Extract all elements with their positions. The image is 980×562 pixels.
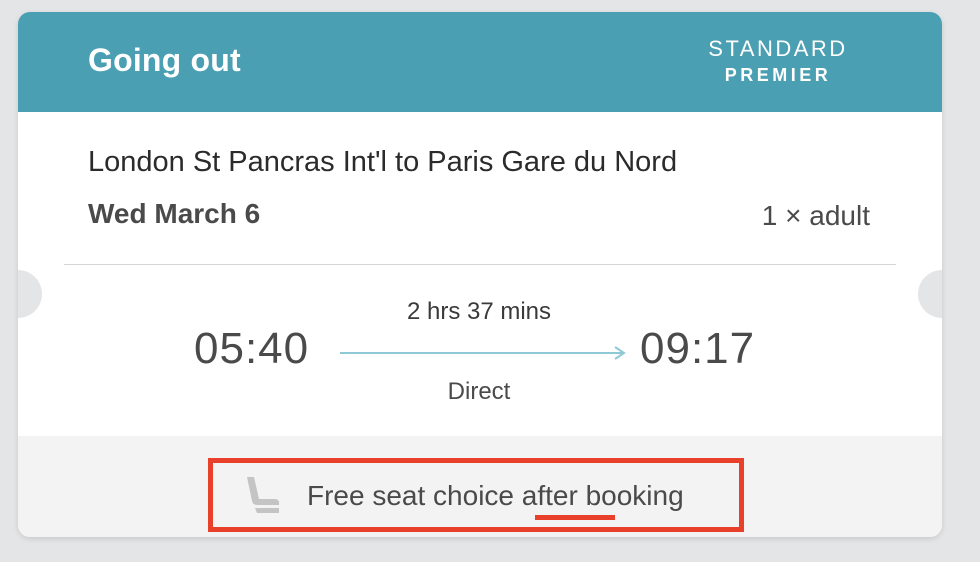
seat-choice-text: Free seat choice after booking: [307, 480, 684, 511]
journey-card: Going out STANDARD PREMIER London St Pan…: [18, 12, 942, 537]
journey-arrow-icon: [340, 346, 626, 360]
seat-info-footer: Free seat choice after booking: [18, 436, 942, 537]
departure-time: 05:40: [194, 324, 310, 373]
passenger-count: 1 × adult: [761, 200, 870, 231]
card-header: Going out STANDARD PREMIER: [18, 12, 942, 112]
direction-title: Going out: [88, 42, 241, 78]
class-name-line2: PREMIER: [724, 65, 832, 85]
underline-annotation: [535, 515, 615, 520]
highlight-annotation-box: Free seat choice after booking: [208, 458, 744, 532]
route-text: London St Pancras Int'l to Paris Gare du…: [88, 146, 678, 178]
class-name-line1: STANDARD: [708, 36, 848, 61]
arrival-time: 09:17: [640, 324, 756, 373]
journey-type: Direct: [447, 378, 511, 405]
ticket-divider: [64, 264, 896, 265]
seat-icon: [247, 477, 279, 513]
journey-duration: 2 hrs 37 mins: [406, 298, 552, 325]
travel-class-label: STANDARD PREMIER: [688, 36, 868, 88]
ticket-notch-left: [18, 270, 42, 318]
ticket-notch-right: [918, 270, 942, 318]
travel-date: Wed March 6: [88, 198, 261, 229]
